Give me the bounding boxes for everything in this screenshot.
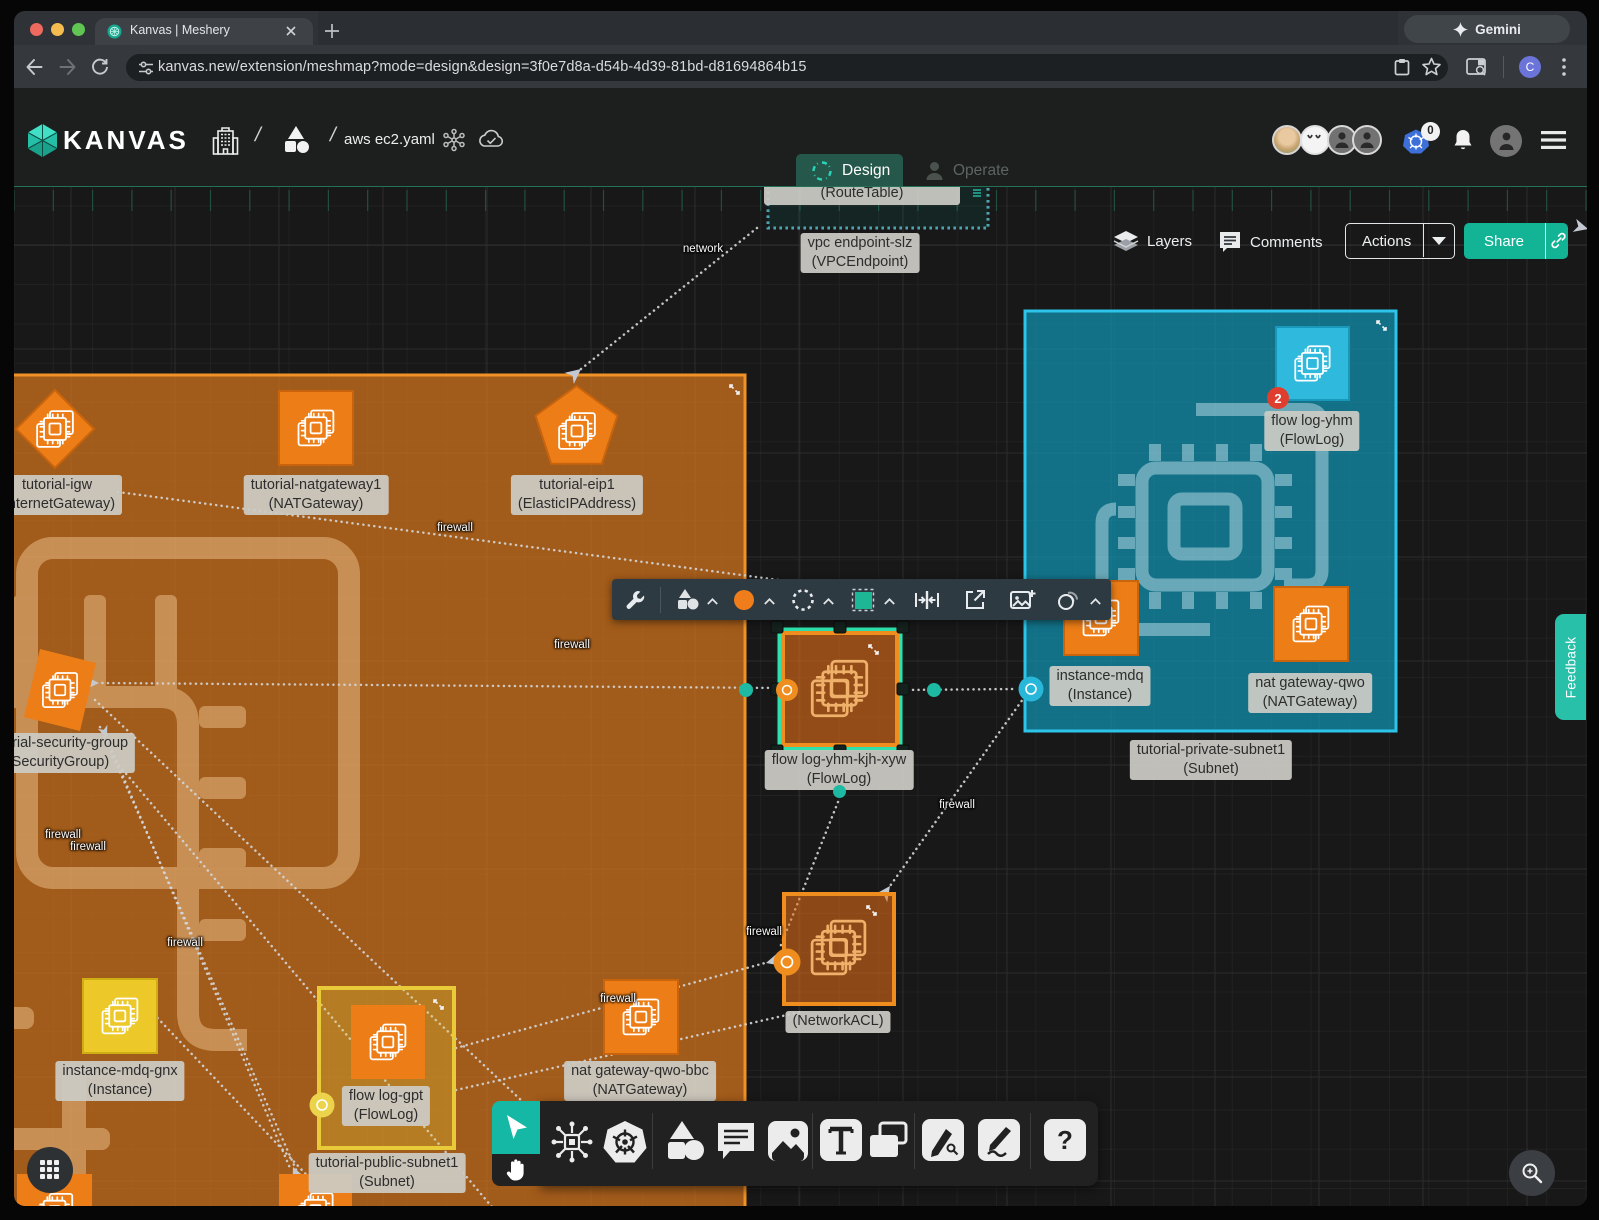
svg-text:?: ? [1057, 1125, 1073, 1155]
svg-text:2: 2 [1274, 391, 1281, 406]
